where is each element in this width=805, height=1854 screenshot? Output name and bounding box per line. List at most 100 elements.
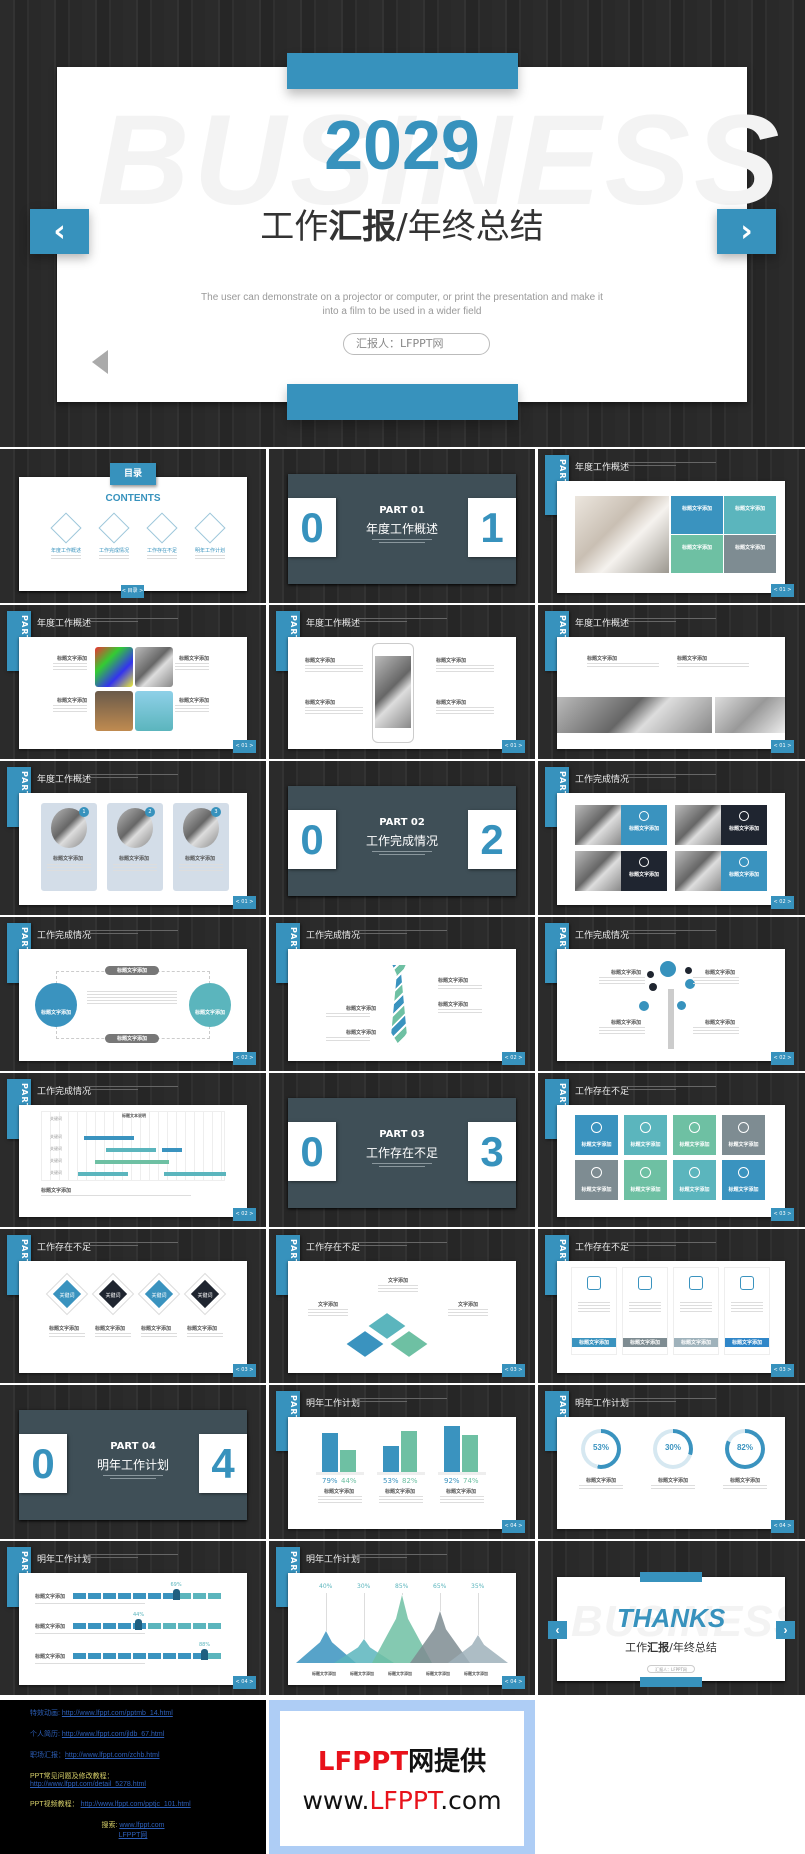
page-badge[interactable]: < 03 > xyxy=(771,1364,794,1377)
link-row: 特效动画: http://www.lfppt.com/pptmb_14.html xyxy=(30,1708,266,1718)
text-placeholder-line xyxy=(195,555,225,556)
slide-thumbnail[interactable]: PARTTWO工作完成情况标题文字添加标题文字添加标题文字添加标题文字添加< 0… xyxy=(538,761,805,915)
panel-label: 标题文字添加 xyxy=(728,826,759,832)
diamond-keyword: 关键词 xyxy=(105,1293,121,1299)
slide-thumbnail[interactable]: PARTFOUR明年工作计划40%标题文字添加30%标题文字添加85%标题文字添… xyxy=(269,1541,535,1695)
card-button[interactable]: 标题文字添加 xyxy=(572,1338,616,1347)
slide-thumbnail[interactable]: 0 2 PART 02 工作完成情况 xyxy=(269,761,535,915)
speaker-icon[interactable] xyxy=(92,350,108,374)
feature-tile: 标题文字添加 xyxy=(722,1115,765,1155)
slide-thumbnail[interactable]: PARTTWO工作完成情况标题文字添加标题文字添加标题文字添加标题文字添加< 0… xyxy=(269,917,535,1071)
slide-title: 年度工作概述 xyxy=(575,463,630,473)
page-badge[interactable]: < 04 > xyxy=(233,1676,256,1689)
text-placeholder-line xyxy=(53,708,87,709)
contents-item[interactable]: 年度工作概述 xyxy=(41,547,91,554)
label-text: 标题文字添加 xyxy=(587,656,618,662)
bottom-accent-bar xyxy=(287,384,518,420)
search-url[interactable]: www.lfppt.com xyxy=(119,1822,164,1829)
link-url[interactable]: http://www.lfppt.com/detail_5278.html xyxy=(30,1781,146,1788)
link-url[interactable]: http://www.lfppt.com/pptjc_101.html xyxy=(81,1801,191,1808)
page-badge[interactable]: < 01 > xyxy=(771,584,794,597)
page-badge[interactable]: < 01 > xyxy=(233,740,256,753)
page-badge[interactable]: < 02 > xyxy=(233,1052,256,1065)
prev-arrow-icon[interactable]: ‹ xyxy=(548,1621,567,1639)
progress-segment xyxy=(73,1653,86,1659)
gantt-bar xyxy=(95,1160,169,1164)
slide-thumbnail[interactable]: PARTTHREE工作存在不足文字添加文字添加文字添加< 03 > xyxy=(269,1229,535,1383)
slide-thumbnail[interactable]: PARTTHREE工作存在不足标题文字添加标题文字添加标题文字添加标题文字添加<… xyxy=(538,1229,805,1383)
page-badge[interactable]: < 03 > xyxy=(771,1208,794,1221)
slide-thumbnail[interactable]: CONTENTS 年度工作概述 工作完成情况 工作存在不足 明年工作计划 目录 < 目录 > xyxy=(0,449,266,603)
promo-brand: LFPPT xyxy=(369,1786,441,1815)
contents-item[interactable]: 工作存在不足 xyxy=(137,547,187,554)
slide-thumbnail[interactable]: PARTONE年度工作概述标题文字添加标题文字添加< 01 > xyxy=(538,605,805,759)
text-placeholder-line xyxy=(378,1288,418,1289)
page-badge[interactable]: < 04 > xyxy=(502,1676,525,1689)
page-badge[interactable]: < 03 > xyxy=(502,1364,525,1377)
slide-thumbnail[interactable]: PARTTWO工作完成情况标题文字添加标题文字添加标题文字添加标题文字添加< 0… xyxy=(0,917,266,1071)
slide-thumbnail[interactable]: PARTFOUR明年工作计划标题文字添加69%标题文字添加44%标题文字添加88… xyxy=(0,1541,266,1695)
slide-thumbnail[interactable]: PARTTWO工作完成情况标题文本说明关键词关键词关键词关键词关键词标题文字添加… xyxy=(0,1073,266,1227)
page-badge[interactable]: < 01 > xyxy=(502,740,525,753)
page-badge[interactable]: < 04 > xyxy=(502,1520,525,1533)
progress-marker xyxy=(135,1619,142,1630)
subtitle-line xyxy=(88,1242,178,1243)
info-card: 标题文字添加 xyxy=(673,1267,719,1355)
slide-thumbnail[interactable]: 0 3 PART 03 工作存在不足 xyxy=(269,1073,535,1227)
slide-thumbnail[interactable]: PARTONE年度工作概述1标题文字添加2标题文字添加3标题文字添加< 01 > xyxy=(0,761,266,915)
label-text: 标题文字添加 xyxy=(179,656,210,662)
link-url[interactable]: http://www.lfppt.com/zchb.html xyxy=(65,1752,160,1759)
slide-thumbnail[interactable]: PARTFOUR明年工作计划53%标题文字添加30%标题文字添加82%标题文字添… xyxy=(538,1385,805,1539)
slide-thumbnail[interactable]: PARTONE年度工作概述标题文字添加标题文字添加标题文字添加标题文字添加< 0… xyxy=(269,605,535,759)
diamond-keyword: 关键词 xyxy=(151,1293,167,1299)
slide-thumbnail[interactable]: PARTTWO工作完成情况标题文字添加标题文字添加标题文字添加标题文字添加< 0… xyxy=(538,917,805,1071)
section-digit: 3 xyxy=(480,1128,504,1175)
button-label: 标题文字添加 xyxy=(578,1340,609,1346)
page-badge[interactable]: < 目录 > xyxy=(121,585,144,598)
text-placeholder-line xyxy=(379,542,425,543)
text-placeholder-line xyxy=(378,1291,418,1292)
search-name-link[interactable]: LFPPT网 xyxy=(119,1832,148,1839)
slide-card: 关键词 标题文字添加 关键词 标题文字添加 关键词 标题文字添加 关键词 标题文字添加 xyxy=(19,1261,247,1373)
page-badge[interactable]: < 04 > xyxy=(771,1520,794,1533)
link-url[interactable]: http://www.lfppt.com/pptmb_14.html xyxy=(62,1710,173,1717)
text-placeholder-line xyxy=(680,1308,712,1309)
subtitle-line xyxy=(357,933,407,934)
text-placeholder-line xyxy=(599,1033,645,1034)
prev-arrow-icon[interactable]: ‹ xyxy=(30,209,89,254)
slide-thumbnail[interactable]: PARTONE年度工作概述标题文字添加标题文字添加标题文字添加标题文字添加< 0… xyxy=(0,605,266,759)
page-badge[interactable]: < 02 > xyxy=(233,1208,256,1221)
panel-icon xyxy=(639,811,649,821)
link-url[interactable]: http://www.lfppt.com/jldb_67.html xyxy=(62,1731,164,1738)
slide-thumbnail[interactable]: PARTTHREE工作存在不足关键词标题文字添加关键词标题文字添加关键词标题文字… xyxy=(0,1229,266,1383)
slide-thumbnail[interactable]: PARTTHREE工作存在不足标题文字添加标题文字添加标题文字添加标题文字添加标… xyxy=(538,1073,805,1227)
photo xyxy=(557,697,712,733)
contents-item[interactable]: 工作完成情况 xyxy=(89,547,139,554)
part-label: PART 02 xyxy=(379,817,425,828)
page-badge[interactable]: < 01 > xyxy=(233,896,256,909)
next-arrow-icon[interactable]: › xyxy=(717,209,776,254)
slide-card: 标题文字添加 标题文字添加 标题文字添加 标题文字添加 xyxy=(288,949,516,1061)
page-badge[interactable]: < 02 > xyxy=(502,1052,525,1065)
card-button[interactable]: 标题文字添加 xyxy=(623,1338,667,1347)
subtitle-line xyxy=(357,1242,447,1243)
section-digit: 2 xyxy=(480,816,504,863)
page-badge[interactable]: < 03 > xyxy=(233,1364,256,1377)
page-badge[interactable]: < 02 > xyxy=(771,1052,794,1065)
slide-thumbnail[interactable]: 0 1 PART 01 年度工作概述 xyxy=(269,449,535,603)
title-slide[interactable]: BUSINESS 2029 工作汇报/年终总结 The user can dem… xyxy=(0,0,805,447)
card-button[interactable]: 标题文字添加 xyxy=(674,1338,718,1347)
text-placeholder-line xyxy=(629,1305,661,1306)
text-placeholder-line xyxy=(731,1302,763,1303)
slide-thumbnail[interactable]: PARTFOUR明年工作计划79%44%标题文字添加53%82%标题文字添加92… xyxy=(269,1385,535,1539)
page-badge[interactable]: < 02 > xyxy=(771,896,794,909)
text-placeholder-line xyxy=(87,997,177,998)
slide-thumbnail[interactable]: BUSINESS THANKS 工作汇报/年终总结 汇报人：LFPPT网 ‹ › xyxy=(538,1541,805,1695)
slide-thumbnail[interactable]: 0 4 PART 04 明年工作计划 xyxy=(0,1385,266,1539)
next-arrow-icon[interactable]: › xyxy=(776,1621,795,1639)
text-placeholder-line xyxy=(436,713,494,714)
slide-thumbnail[interactable]: PARTONE年度工作概述标题文字添加标题文字添加标题文字添加标题文字添加< 0… xyxy=(538,449,805,603)
contents-item[interactable]: 明年工作计划 xyxy=(185,547,235,554)
page-badge[interactable]: < 01 > xyxy=(771,740,794,753)
card-button[interactable]: 标题文字添加 xyxy=(725,1338,769,1347)
